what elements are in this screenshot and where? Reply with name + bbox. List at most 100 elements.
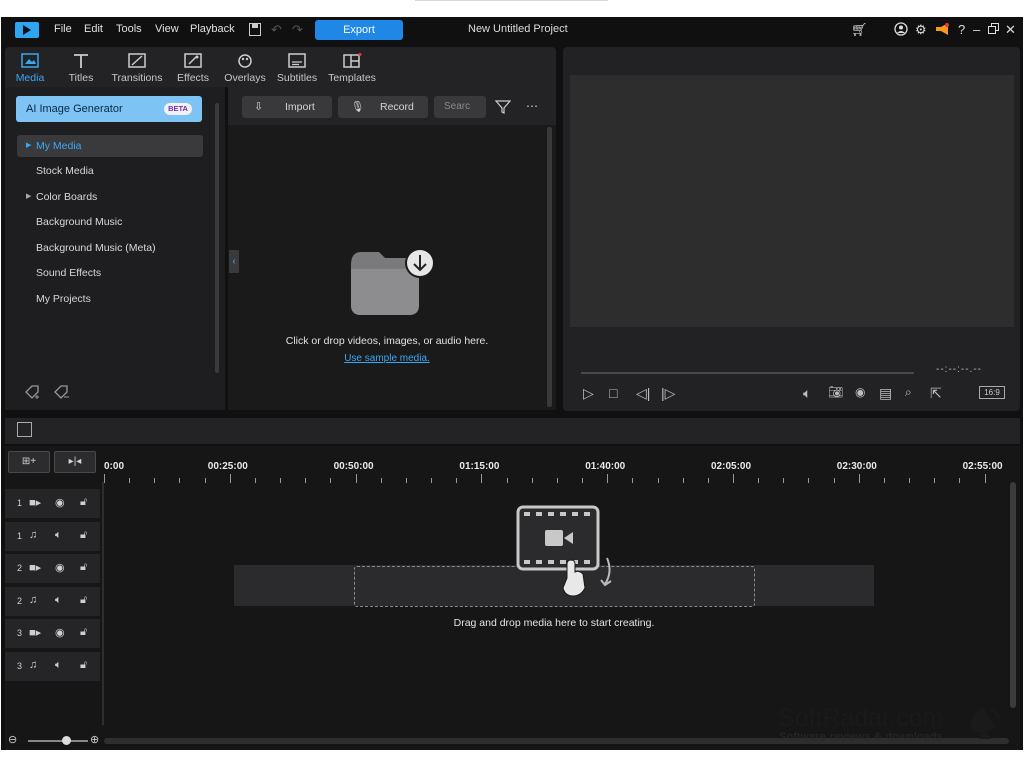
undock-icon[interactable]: ⇱ — [930, 385, 942, 402]
export-button[interactable]: Export — [315, 20, 403, 40]
zoom-preview-icon[interactable]: ⌕ — [905, 385, 912, 400]
sidebar-item-stock-media[interactable]: Stock Media — [17, 160, 203, 182]
undo-icon[interactable]: ↶ — [271, 22, 282, 38]
record-button[interactable]: 🎙︎ Record — [338, 96, 428, 118]
track-header-audio[interactable]: 2 ♫ 🔈︎ 🔓︎ — [5, 587, 100, 616]
tab-subtitles[interactable]: Subtitles — [268, 53, 326, 84]
collapse-sidebar-chevron-icon[interactable]: ‹ — [229, 250, 239, 273]
track-header-audio[interactable]: 1 ♫ 🔈︎ 🔓︎ — [5, 522, 100, 551]
expand-arrow-icon[interactable]: ▶ — [26, 135, 31, 157]
sidebar-item-my-media[interactable]: ▶ My Media — [17, 135, 203, 157]
track-header-video[interactable]: 3 ■▸ ◉ 🔓︎ — [5, 619, 100, 648]
minimize-icon[interactable]: – — [973, 22, 980, 37]
library-scrollbar[interactable] — [547, 127, 552, 407]
visibility-eye-icon[interactable]: ◉ — [55, 561, 65, 574]
next-frame-icon[interactable]: |▷ — [661, 385, 675, 402]
sidebar-scrollbar[interactable] — [215, 103, 219, 373]
import-button[interactable]: ⇩ Import — [242, 96, 332, 118]
previous-frame-icon[interactable]: ◁| — [636, 385, 650, 402]
lock-icon[interactable]: 🔓︎ — [80, 594, 87, 607]
expand-arrow-icon[interactable]: ▶ — [26, 186, 31, 208]
sidebar-item-sound-effects[interactable]: Sound Effects — [17, 262, 203, 284]
help-icon[interactable]: ? — [958, 22, 965, 37]
ruler-tick — [204, 478, 206, 483]
more-options-icon[interactable]: ⋯ — [526, 99, 538, 113]
notification-megaphone-icon[interactable] — [935, 22, 951, 36]
zoom-out-icon[interactable]: ⊖ — [8, 733, 17, 746]
zoom-in-icon[interactable]: ⊕ — [90, 733, 99, 746]
add-track-button[interactable]: ⊞+ — [8, 451, 50, 473]
menu-view[interactable]: View — [155, 23, 179, 35]
lock-icon[interactable]: 🔓︎ — [80, 496, 87, 509]
track-header-video[interactable]: 2 ■▸ ◉ 🔓︎ — [5, 554, 100, 583]
menu-edit[interactable]: Edit — [84, 23, 103, 35]
tab-overlays[interactable]: Overlays — [216, 53, 274, 84]
softradar-watermark: SoftRadar.com — [778, 704, 944, 732]
track-number: 1 — [17, 498, 23, 508]
sidebar-item-my-projects[interactable]: My Projects — [17, 288, 203, 310]
lock-icon[interactable]: 🔓︎ — [80, 529, 87, 542]
video-track-icon[interactable]: ■▸ — [29, 496, 41, 509]
snapshot-camera-icon[interactable]: 📷︎ — [828, 385, 843, 399]
sidebar-item-background-music-meta[interactable]: Background Music (Meta) — [17, 237, 203, 259]
remove-tag-icon[interactable] — [53, 384, 71, 400]
tab-media[interactable]: Media — [1, 53, 59, 84]
sidebar-item-color-boards[interactable]: ▶ Color Boards — [17, 186, 203, 208]
video-track-icon[interactable]: ■▸ — [29, 626, 41, 639]
audio-track-icon[interactable]: ♫ — [29, 529, 37, 541]
zoom-slider-track[interactable] — [28, 740, 88, 742]
track-header-video[interactable]: 1 ■▸ ◉ 🔓︎ — [5, 489, 100, 518]
aspect-ratio-button[interactable]: 16:9 — [979, 386, 1005, 399]
visibility-eye-icon[interactable]: ◉ — [55, 626, 65, 639]
audio-track-icon[interactable]: ♫ — [29, 594, 37, 606]
settings-gear-icon[interactable]: ⚙ — [915, 22, 927, 38]
stop-icon[interactable]: □ — [609, 385, 617, 401]
lock-icon[interactable]: 🔓︎ — [80, 561, 87, 574]
lock-icon[interactable]: 🔓︎ — [80, 626, 87, 639]
cart-icon[interactable]: 🛒︎ — [851, 22, 868, 38]
tab-media-label: Media — [15, 72, 45, 84]
timeline-vertical-scrollbar[interactable] — [1010, 482, 1016, 708]
fit-timeline-button[interactable]: ▸|◂ — [54, 451, 96, 473]
ruler-tick — [833, 478, 835, 483]
account-icon[interactable] — [894, 22, 908, 36]
sidebar-item-background-music[interactable]: Background Music — [17, 211, 203, 233]
use-sample-media-link[interactable]: Use sample media. — [228, 353, 546, 364]
search-input[interactable]: Searc — [434, 96, 486, 118]
softradar-watermark-subtitle: Software reviews & downloads — [779, 731, 943, 743]
preview-seek-bar[interactable] — [581, 372, 914, 374]
volume-icon[interactable]: 🔈︎ — [803, 385, 811, 402]
ruler-tick — [909, 478, 911, 483]
tab-titles[interactable]: Titles — [52, 53, 110, 84]
speaker-icon[interactable]: 🔈︎ — [55, 529, 62, 542]
play-icon[interactable]: ▷ — [583, 385, 594, 402]
menu-file[interactable]: File — [54, 23, 72, 35]
add-tag-icon[interactable] — [24, 384, 42, 400]
timeline-ruler[interactable]: 0:00 00:25:00 00:50:00 01:15:00 01:40:00 02:0… — [104, 457, 1009, 487]
tab-effects[interactable]: Effects — [164, 53, 222, 84]
redo-icon[interactable]: ↷ — [292, 22, 303, 38]
restore-icon[interactable] — [988, 23, 1000, 34]
microphone-icon: 🎙︎ — [351, 101, 365, 113]
visibility-eye-icon[interactable]: ◉ — [55, 496, 65, 509]
tab-transitions[interactable]: Transitions — [108, 53, 166, 84]
menu-playback[interactable]: Playback — [190, 23, 235, 35]
speaker-icon[interactable]: 🔈︎ — [55, 659, 62, 672]
close-icon[interactable]: ✕ — [1005, 22, 1016, 38]
speaker-icon[interactable]: 🔈︎ — [55, 594, 62, 607]
track-manager-icon[interactable] — [17, 422, 32, 437]
lock-icon[interactable]: 🔓︎ — [80, 659, 87, 672]
video-track-icon[interactable]: ■▸ — [29, 561, 41, 574]
record-voice-icon[interactable]: ◉ — [855, 385, 865, 399]
app-window: File Edit Tools View Playback ↶ ↷ Export… — [1, 17, 1023, 750]
tab-templates[interactable]: Templates — [323, 53, 381, 84]
save-icon[interactable] — [249, 23, 261, 36]
track-header-audio[interactable]: 3 ♫ 🔈︎ 🔓︎ — [5, 652, 100, 681]
zoom-slider-knob[interactable] — [62, 736, 71, 745]
subtitle-preview-icon[interactable]: ▤ — [879, 385, 892, 402]
filter-icon[interactable] — [495, 100, 511, 114]
ai-image-generator-button[interactable]: AI Image Generator BETA — [16, 96, 202, 122]
folder-download-icon[interactable] — [349, 247, 439, 317]
menu-tools[interactable]: Tools — [116, 23, 142, 35]
audio-track-icon[interactable]: ♫ — [29, 659, 37, 671]
